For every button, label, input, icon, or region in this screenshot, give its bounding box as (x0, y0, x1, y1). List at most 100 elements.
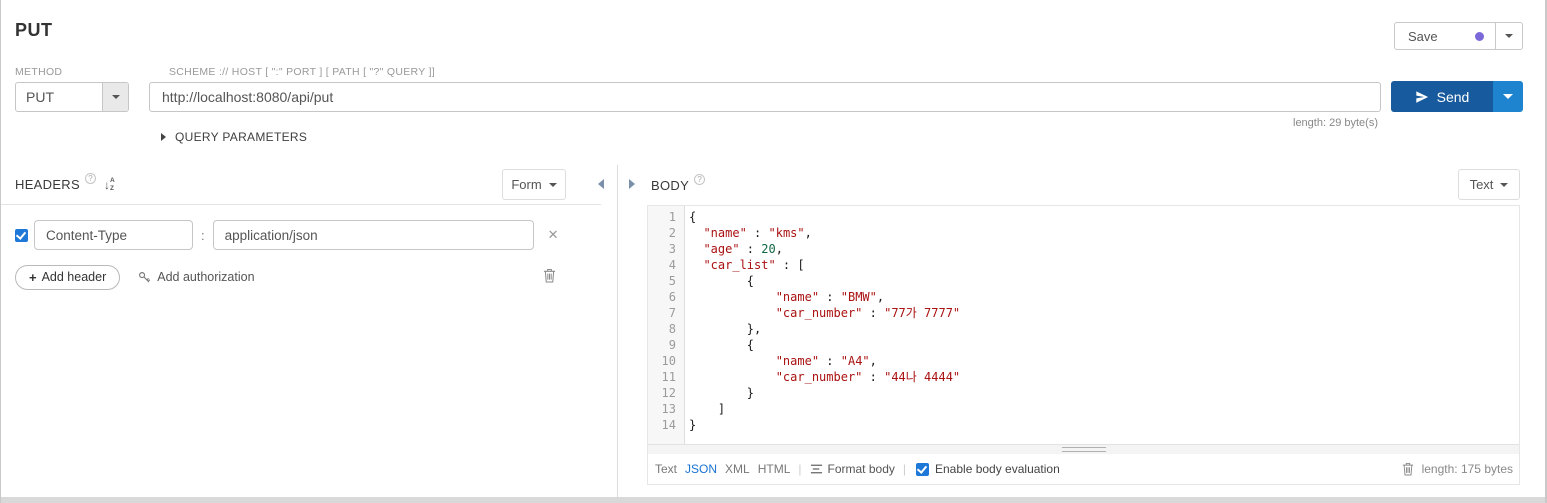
body-view-mode-select[interactable]: Text (1458, 169, 1520, 200)
line-number: 8 (668, 322, 676, 336)
header-name-input[interactable] (34, 220, 193, 250)
headers-title: HEADERS (15, 177, 80, 192)
code-content[interactable]: { "name" : "kms", "age" : 20, "car_list"… (685, 206, 1519, 444)
format-body-label: Format body (827, 462, 895, 476)
help-icon[interactable]: ? (694, 173, 706, 185)
line-number: 12 (661, 386, 676, 400)
format-body-button[interactable]: Format body (810, 462, 895, 476)
code-area[interactable]: 1 2 3 4 5 6 7 8 9 10 11 12 13 14 { "name" : "kms", "a… (648, 206, 1519, 444)
code-line: } (689, 386, 755, 400)
headers-panel: HEADERS ? ↓ AZ Form : ✕ (1, 165, 618, 497)
body-evaluation-checkbox[interactable] (916, 462, 929, 476)
line-number: 2 (668, 226, 676, 240)
chevron-down-icon (1503, 94, 1513, 99)
body-mode-text[interactable]: Text (655, 462, 677, 476)
method-select[interactable]: PUT (15, 82, 129, 112)
line-number: 6 (668, 290, 676, 304)
body-mode-xml[interactable]: XML (725, 462, 750, 476)
line-number: 9 (668, 338, 676, 352)
url-input[interactable] (149, 82, 1381, 112)
code-line: "name" : "A4", (775, 354, 877, 368)
body-panel-header: BODY ? Text (618, 165, 1545, 205)
line-number: 11 (661, 370, 676, 384)
line-number: 13 (661, 402, 676, 416)
body-mode-html[interactable]: HTML (758, 462, 791, 476)
send-button-label: Send (1436, 88, 1470, 105)
add-authorization-label: Add authorization (157, 270, 255, 284)
collapse-panel-right-icon[interactable] (629, 179, 635, 189)
body-mode-json[interactable]: JSON (685, 462, 717, 476)
send-dropdown-button[interactable] (1493, 81, 1523, 112)
method-value: PUT (26, 89, 54, 105)
method-label: METHOD (15, 66, 63, 78)
format-lines-icon (810, 464, 822, 474)
method-dropdown-button[interactable] (102, 83, 128, 111)
line-number: 5 (668, 274, 676, 288)
header-row: : ✕ (15, 220, 559, 250)
body-mode-switcher: Text JSON XML HTML (655, 462, 790, 476)
grip-icon (1061, 447, 1106, 452)
editor-resize-handle[interactable] (648, 444, 1519, 454)
code-line: "car_number" : "77가 7777" (775, 306, 961, 320)
paper-plane-icon (1415, 90, 1428, 103)
line-number: 14 (661, 418, 676, 432)
remove-header-icon[interactable]: ✕ (548, 227, 559, 243)
line-number: 7 (668, 306, 676, 320)
body-title: BODY (651, 177, 690, 193)
chevron-down-icon (1505, 34, 1513, 38)
code-line: { (689, 210, 697, 224)
scheme-label: SCHEME :// HOST [ ":" PORT ] [ PATH [ "?… (169, 66, 436, 78)
headers-actions: + Add header Add authorization (15, 264, 617, 290)
trash-icon (543, 268, 556, 283)
save-button-label: Save (1408, 28, 1438, 44)
body-editor: 1 2 3 4 5 6 7 8 9 10 11 12 13 14 { "name" : "kms", "a… (647, 205, 1520, 485)
line-number: 1 (668, 210, 676, 224)
header-separator: : (201, 227, 205, 243)
enable-body-evaluation: Enable body evaluation (916, 462, 1060, 476)
panels-container: HEADERS ? ↓ AZ Form : ✕ (1, 165, 1545, 497)
code-line: "car_list" : [ (703, 258, 805, 272)
sort-headers-icon[interactable]: ↓ AZ (104, 177, 115, 191)
chevron-down-icon (548, 182, 557, 187)
code-line: "name" : "kms", (703, 226, 812, 240)
add-header-button[interactable]: + Add header (15, 264, 121, 290)
send-button[interactable]: Send (1391, 81, 1523, 112)
header-value-input[interactable] (212, 220, 534, 250)
help-icon[interactable]: ? (84, 173, 96, 184)
code-line: { (689, 274, 755, 288)
add-header-label: Add header (41, 270, 107, 284)
code-line: "car_number" : "44나 4444" (775, 370, 961, 384)
code-line: }, (689, 322, 762, 336)
delete-headers-button[interactable] (543, 268, 556, 288)
line-number: 4 (668, 258, 676, 272)
headers-view-mode-select[interactable]: Form (502, 169, 566, 200)
triangle-right-icon (161, 133, 166, 141)
code-line: "name" : "BMW", (775, 290, 885, 304)
code-line: } (689, 418, 697, 432)
chevron-down-icon (1500, 182, 1509, 187)
body-toolbar: Text JSON XML HTML | Format body | Enable b… (648, 454, 1519, 484)
key-icon (139, 271, 151, 282)
api-tester-window: PUT Save METHOD SCHEME :// HOST [ ":" PO… (0, 0, 1547, 503)
clear-body-button[interactable] (1402, 462, 1414, 476)
code-line: { (689, 338, 755, 352)
query-parameters-label: QUERY PARAMETERS (175, 130, 308, 144)
body-panel: BODY ? Text 1 2 3 4 5 6 7 8 9 10 11 12 13 14 { "name"… (618, 165, 1545, 497)
add-authorization-button[interactable]: Add authorization (138, 270, 255, 284)
window-bottom-edge (1, 497, 1545, 503)
line-number-gutter: 1 2 3 4 5 6 7 8 9 10 11 12 13 14 (648, 206, 685, 444)
headers-view-mode-value: Form (511, 177, 542, 192)
line-number: 10 (661, 354, 676, 368)
body-length-indicator: length: 175 bytes (1421, 462, 1513, 476)
header-enabled-checkbox[interactable] (15, 228, 28, 242)
save-dropdown-button[interactable] (1495, 23, 1522, 49)
code-line: ] (689, 402, 726, 416)
code-line: "age" : 20, (703, 242, 783, 256)
query-parameters-toggle[interactable]: QUERY PARAMETERS (161, 130, 307, 144)
body-view-mode-value: Text (1469, 177, 1494, 192)
collapse-panel-left-icon[interactable] (598, 179, 604, 189)
save-button[interactable]: Save (1394, 22, 1523, 50)
body-evaluation-label: Enable body evaluation (935, 462, 1060, 476)
plus-icon: + (29, 269, 37, 285)
page-title: PUT (15, 20, 53, 40)
